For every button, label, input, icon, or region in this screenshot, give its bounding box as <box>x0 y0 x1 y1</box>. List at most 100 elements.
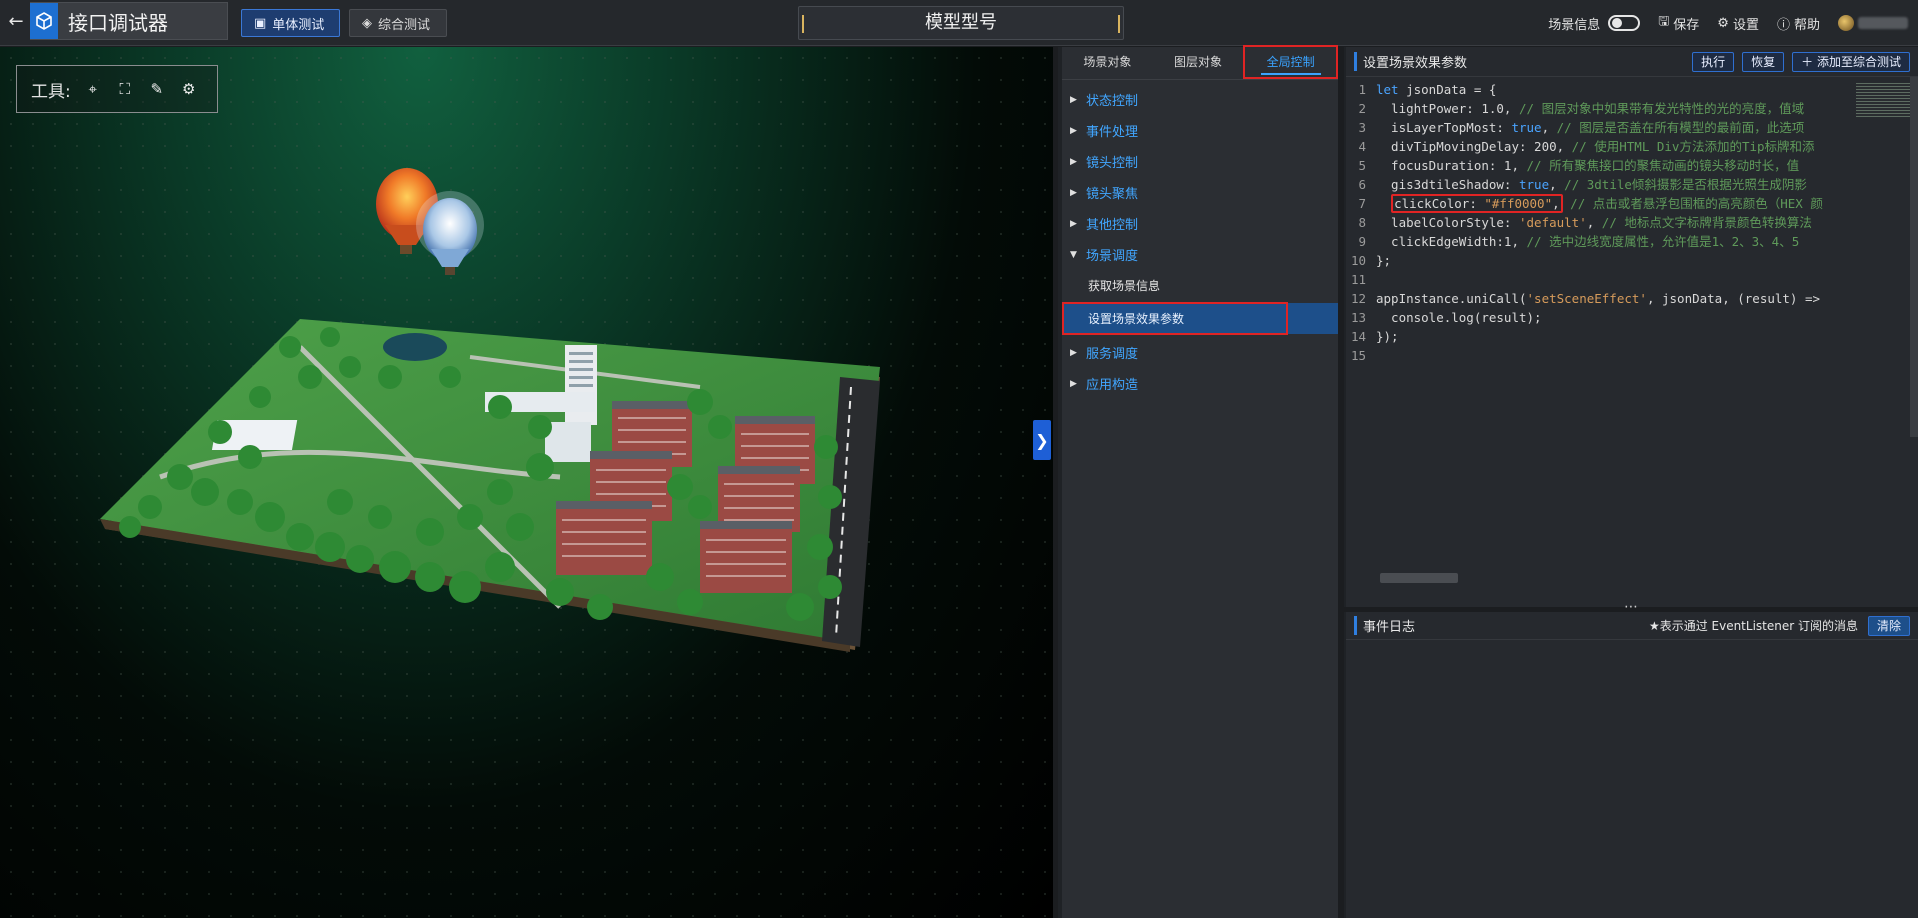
save-button[interactable]: 🖫 保存 <box>1658 12 1699 34</box>
tree-node-event-handling[interactable]: ▶ 事件处理 <box>1062 115 1338 146</box>
code-text: appInstance.uniCall('setSceneEffect', js… <box>1376 289 1846 308</box>
scene-viewport[interactable]: 工具: ⌖ ⛶ ✎ ⚙ ❯ <box>0 47 1053 918</box>
horizontal-scrollbar[interactable] <box>1380 573 1458 583</box>
cube-logo-icon <box>30 3 58 39</box>
api-tabs: 场景对象 图层对象 全局控制 <box>1062 45 1339 80</box>
settings-label: 设置 <box>1732 17 1759 33</box>
toggle-switch-icon[interactable] <box>1608 15 1641 31</box>
right-nav: 场景信息 🖫 保存 ⚙ 设置 ⓘ 帮助 <box>1548 12 1908 34</box>
tree-node-label: 镜头控制 <box>1086 156 1139 171</box>
code-text: let jsonData = { <box>1376 80 1846 99</box>
code-editor[interactable]: 1 let jsonData = { 2 lightPower: 1.0, // … <box>1346 77 1918 365</box>
tree-node-label: 事件处理 <box>1086 125 1139 140</box>
code-text: isLayerTopMost: true, // 图层是否盖在所有模型的最前面，… <box>1376 118 1846 137</box>
code-token: appInstance.uniCall( <box>1376 291 1527 306</box>
selected-leaf-wrapper: 设置场景效果参数 <box>1062 301 1338 337</box>
add-to-combined-button[interactable]: ＋ 添加至综合测试 <box>1792 51 1910 72</box>
log-note: ★表示通过 EventListener 订阅的消息 <box>1648 619 1858 633</box>
code-token: true <box>1511 120 1542 135</box>
code-header: 设置场景效果参数 执行 恢复 ＋ 添加至综合测试 <box>1346 47 1918 77</box>
code-text: lightPower: 1.0, // 图层对象中如果带有发光特性的光的亮度，值… <box>1376 99 1846 118</box>
code-line: 14}); <box>1346 327 1918 346</box>
code-token: isLayerTopMost: <box>1376 120 1512 135</box>
code-line: 13 console.log(result); <box>1346 308 1918 327</box>
code-minimap[interactable] <box>1856 83 1912 117</box>
scene-info-label: 场景信息 <box>1548 17 1601 33</box>
line-number: 9 <box>1358 234 1366 249</box>
tab-global-control[interactable]: 全局控制 <box>1243 45 1339 79</box>
tab-label: 全局控制 <box>1260 55 1321 75</box>
event-log-panel: 事件日志 ★表示通过 EventListener 订阅的消息 清除 <box>1344 612 1918 918</box>
back-arrow-icon[interactable]: ← <box>4 10 28 34</box>
code-token: focusDuration: 1, <box>1376 158 1527 173</box>
tree-node-other-control[interactable]: ▶ 其他控制 <box>1062 208 1338 239</box>
tree-node-label: 镜头聚焦 <box>1086 187 1139 202</box>
code-token: labelColorStyle: <box>1376 215 1519 230</box>
vertical-scrollbar[interactable] <box>1910 77 1918 437</box>
log-header: 事件日志 ★表示通过 EventListener 订阅的消息 清除 <box>1346 612 1918 640</box>
help-button[interactable]: ⓘ 帮助 <box>1777 14 1820 33</box>
code-text: focusDuration: 1, // 所有聚焦接口的聚焦动画的镜头移动时长，… <box>1376 156 1846 175</box>
tree-node-service-dispatch[interactable]: ▶ 服务调度 <box>1062 337 1338 368</box>
user-menu[interactable] <box>1838 15 1908 31</box>
tree-node-camera-control[interactable]: ▶ 镜头控制 <box>1062 146 1338 177</box>
username-blurred <box>1858 17 1908 29</box>
code-token: true <box>1519 177 1550 192</box>
code-string: "#ff0000" <box>1484 196 1553 211</box>
code-comment: // 图层是否盖在所有模型的最前面，此选项 <box>1556 120 1805 135</box>
tab-label: 图层对象 <box>1174 55 1223 69</box>
code-text: console.log(result); <box>1376 310 1542 325</box>
line-number: 1 <box>1358 82 1366 97</box>
caret-right-icon: ▶ <box>1070 94 1077 105</box>
combined-test-button[interactable]: ◈ 综合测试 <box>349 9 447 37</box>
line-number: 6 <box>1358 177 1366 192</box>
scene-info-toggle[interactable]: 场景信息 <box>1548 14 1641 33</box>
single-test-button[interactable]: ▣ 单体测试 <box>241 9 340 37</box>
code-token: gis3dtileShadow: <box>1376 177 1519 192</box>
tree-leaf-get-scene-info[interactable]: 获取场景信息 <box>1062 270 1338 301</box>
code-string: 'setSceneEffect' <box>1526 291 1647 306</box>
tree-node-camera-focus[interactable]: ▶ 镜头聚焦 <box>1062 177 1338 208</box>
line-number: 10 <box>1350 253 1366 268</box>
tree-node-label: 应用构造 <box>1086 378 1139 393</box>
tree-node-scene-dispatch[interactable]: ▼ 场景调度 <box>1062 239 1338 270</box>
code-text: clickColor: "#ff0000", // 点击或者悬浮包围框的高亮颜色… <box>1376 194 1846 213</box>
code-comment: // 使用HTML Div方法添加的Tip标牌和添 <box>1571 139 1815 154</box>
code-text: gis3dtileShadow: true, // 3dtile倾斜摄影是否根据… <box>1376 175 1846 194</box>
caret-right-icon: ▶ <box>1070 125 1077 136</box>
save-label: 保存 <box>1673 17 1700 33</box>
code-comment: // 图层对象中如果带有发光特性的光的亮度，值域 <box>1519 101 1805 116</box>
run-button[interactable]: 执行 <box>1692 51 1735 72</box>
code-text: }); <box>1376 329 1399 344</box>
code-token: , <box>1549 177 1565 192</box>
plus-icon: ＋ <box>1801 54 1817 69</box>
top-bar: ← 接口调试器 ▣ 单体测试 ◈ 综合测试 模型型号 场景信息 🖫 保存 ⚙ 设… <box>0 0 1918 46</box>
line-number: 13 <box>1350 310 1366 325</box>
add-label: 添加至综合测试 <box>1816 54 1901 69</box>
tree-node-state-control[interactable]: ▶ 状态控制 <box>1062 84 1338 115</box>
gear-icon: ⚙ <box>1717 15 1729 31</box>
tab-scene-objects[interactable]: 场景对象 <box>1062 47 1153 79</box>
hot-air-balloon-white <box>416 191 484 275</box>
tree-leaf-set-scene-effect[interactable]: 设置场景效果参数 <box>1062 302 1288 335</box>
tree-node-app-construct[interactable]: ▶ 应用构造 <box>1062 368 1338 399</box>
app-logo-block: 接口调试器 <box>30 2 228 40</box>
code-comment: // 3dtile倾斜摄影是否根据光照生成阴影 <box>1564 177 1807 192</box>
caret-right-icon: ▶ <box>1070 218 1077 229</box>
code-token: , <box>1552 196 1560 211</box>
panel-expand-button[interactable]: ❯ <box>1033 420 1051 460</box>
line-number: 15 <box>1350 348 1366 363</box>
line-number: 7 <box>1358 196 1366 211</box>
tab-layer-objects[interactable]: 图层对象 <box>1153 47 1244 79</box>
code-token: clickEdgeWidth:1, <box>1376 234 1527 249</box>
reset-button[interactable]: 恢复 <box>1742 51 1785 72</box>
chevron-right-icon: ❯ <box>1035 430 1049 450</box>
combined-test-label: 综合测试 <box>378 17 431 33</box>
clear-log-button[interactable]: 清除 <box>1867 615 1910 636</box>
code-token: , <box>1541 120 1557 135</box>
settings-button[interactable]: ⚙ 设置 <box>1717 14 1759 33</box>
tree-node-label: 场景调度 <box>1086 249 1139 264</box>
line-number: 14 <box>1350 329 1366 344</box>
